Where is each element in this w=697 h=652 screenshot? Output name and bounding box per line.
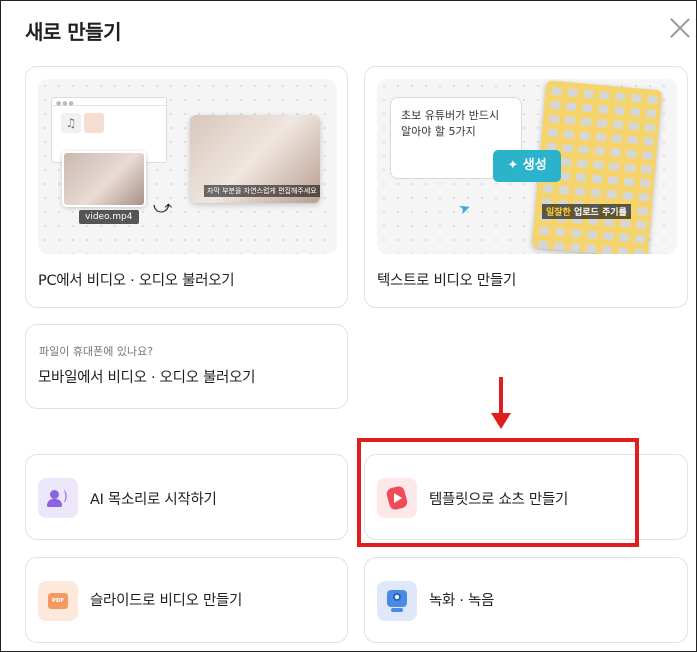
file-name-badge: video.mp4: [79, 210, 139, 224]
webcam-icon: [377, 581, 417, 621]
video-subtitle: 자막 부분을 자연스럽게 편집해주세요: [204, 185, 320, 197]
cursor-icon: ➤: [456, 199, 474, 219]
pc-import-thumbnail: ●●● ♫ video.mp4 ⤻ 자막 부분을 자연스럽게 편집해주세요: [38, 79, 337, 254]
card-slides[interactable]: PDF 슬라이드로 비디오 만들기: [25, 557, 348, 643]
voice-avatar-icon: ): [38, 478, 78, 518]
pdf-icon: PDF: [38, 581, 78, 621]
music-file-icon: ♫: [61, 113, 81, 133]
card-pc-import-label: PC에서 비디오 · 오디오 불러오기: [38, 273, 235, 289]
card-pc-import[interactable]: ●●● ♫ video.mp4 ⤻ 자막 부분을 자연스럽게 편집해주세요 PC…: [25, 66, 348, 308]
photo-caption: 일잘한 업로드 주기를: [542, 204, 631, 219]
curved-arrow-icon: ⤻: [153, 197, 173, 218]
video-thumbnail-small: [62, 151, 146, 207]
annotation-highlight-box: [357, 438, 639, 547]
card-record-label: 녹화 · 녹음: [429, 593, 495, 609]
card-text-to-video[interactable]: 초보 유튜버가 반드시 알아야 할 5가지 일잘한 업로드 주기를 ✦ 생성 ➤…: [364, 66, 688, 308]
card-mobile-import[interactable]: 파일이 휴대폰에 있나요? 모바일에서 비디오 · 오디오 불러오기: [25, 324, 348, 409]
card-ai-voice-label: AI 목소리로 시작하기: [90, 492, 217, 508]
card-record[interactable]: 녹화 · 녹음: [364, 557, 688, 643]
dialog: 새로 만들기 ●●● ♫ video.mp4 ⤻ 자막 부분을 자연스럽게 편집…: [0, 0, 697, 652]
close-icon[interactable]: [669, 17, 691, 39]
mobile-note: 파일이 휴대폰에 있나요?: [39, 345, 154, 358]
generate-button: ✦ 생성: [493, 150, 561, 182]
text-to-video-thumbnail: 초보 유튜버가 반드시 알아야 할 5가지 일잘한 업로드 주기를 ✦ 생성 ➤: [377, 79, 677, 254]
annotation-arrow-icon: [489, 377, 513, 433]
dialog-title: 새로 만들기: [25, 20, 121, 44]
image-file-icon: [84, 113, 104, 133]
card-slides-label: 슬라이드로 비디오 만들기: [90, 593, 243, 609]
card-mobile-import-label: 모바일에서 비디오 · 오디오 불러오기: [38, 370, 256, 386]
card-text-to-video-label: 텍스트로 비디오 만들기: [377, 273, 517, 289]
card-ai-voice[interactable]: ) AI 목소리로 시작하기: [25, 454, 348, 540]
